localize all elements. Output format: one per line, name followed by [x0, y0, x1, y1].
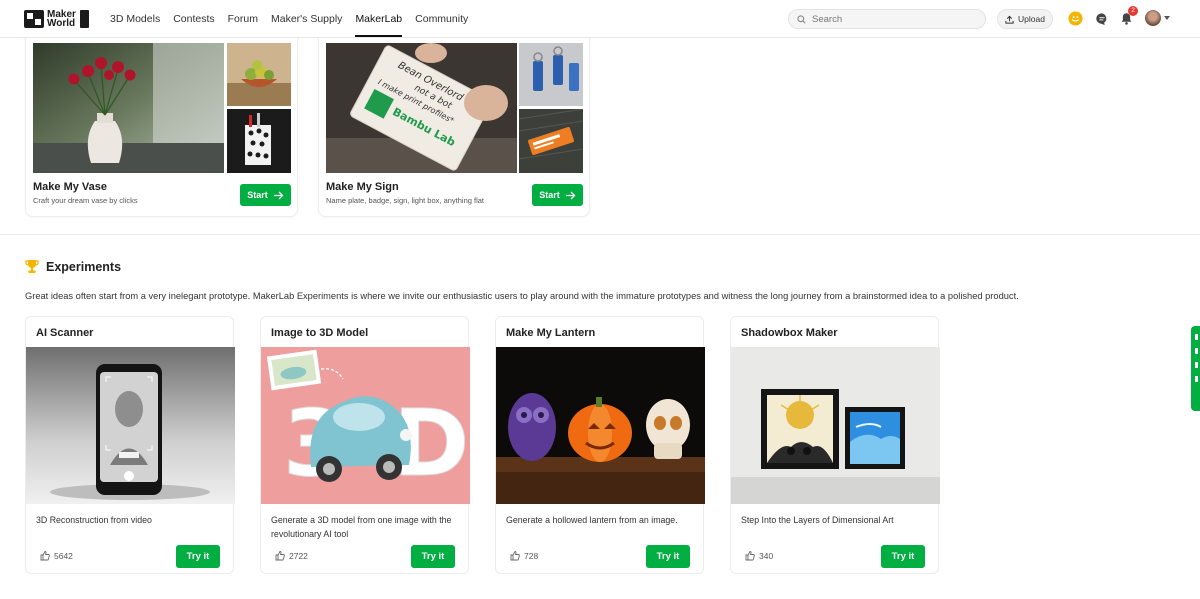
feedback-side-tab[interactable]: [1191, 326, 1200, 411]
card-description: Step Into the Layers of Dimensional Art: [741, 515, 894, 525]
arrow-right-icon: [565, 191, 576, 199]
user-menu[interactable]: [1145, 10, 1170, 26]
card-subtitle: Craft your dream vase by clicks: [33, 196, 138, 205]
card-title: AI Scanner: [36, 327, 94, 339]
arrow-right-icon: [273, 191, 284, 199]
card-title: Make My Vase: [33, 181, 107, 193]
nav-contests[interactable]: Contests: [173, 0, 214, 38]
top-navigation-bar: Maker World 3D Models Contests Forum Mak…: [0, 0, 1200, 38]
search-box[interactable]: [788, 9, 986, 29]
card-description: Generate a 3D model from one image with …: [271, 515, 452, 539]
search-icon: [797, 14, 806, 24]
makerworld-logo[interactable]: Maker World: [24, 9, 89, 29]
feedback-icon: [1195, 376, 1198, 382]
likes-value: 340: [759, 551, 774, 561]
image-to-3d-image: 3 D: [261, 347, 470, 504]
logo-icon: [24, 10, 44, 28]
nameplate-image: [519, 109, 583, 173]
card-subtitle: Name plate, badge, sign, light box, anyt…: [326, 196, 485, 205]
thumbs-up-icon: [745, 551, 755, 561]
try-it-button[interactable]: Try it: [881, 545, 925, 568]
main-nav: 3D Models Contests Forum Maker's Supply …: [110, 0, 468, 38]
thumbs-up-icon: [510, 551, 520, 561]
section-divider: [0, 234, 1200, 235]
like-count[interactable]: 2722: [275, 551, 308, 561]
keychain-image: [519, 43, 583, 106]
experiments-description: Great ideas often start from a very inel…: [25, 291, 1019, 301]
experiments-heading: Experiments: [25, 259, 121, 274]
card-title: Shadowbox Maker: [741, 327, 838, 339]
make-my-lantern-card[interactable]: Make My Lantern Generate a hollowed lant…: [495, 316, 705, 574]
try-it-button[interactable]: Try it: [646, 545, 690, 568]
logo-badge-icon: [80, 10, 89, 28]
ai-scanner-image: [26, 347, 235, 504]
like-count[interactable]: 340: [745, 551, 773, 561]
shadowbox-image: [731, 347, 940, 504]
vase-image: [33, 43, 224, 173]
feedback-icon: [1195, 348, 1198, 354]
nav-3d-models[interactable]: 3D Models: [110, 0, 160, 38]
points-icon[interactable]: [1068, 11, 1083, 26]
card-title: Make My Sign: [326, 181, 399, 193]
like-count[interactable]: 728: [510, 551, 538, 561]
thumbs-up-icon: [275, 551, 285, 561]
notifications-icon[interactable]: 2: [1119, 6, 1138, 26]
notification-count-badge: 2: [1128, 6, 1138, 16]
shadowbox-maker-card[interactable]: Shadowbox Maker Step Into the Layers of …: [730, 316, 940, 574]
logo-text: Maker World: [47, 9, 76, 29]
likes-value: 5642: [54, 551, 73, 561]
start-button[interactable]: Start: [532, 184, 583, 206]
feedback-icon: [1195, 334, 1198, 340]
messages-icon[interactable]: [1094, 11, 1109, 26]
card-title: Make My Lantern: [506, 327, 596, 339]
try-it-button[interactable]: Try it: [176, 545, 220, 568]
start-label: Start: [247, 190, 268, 200]
make-my-vase-card[interactable]: Make My Vase Craft your dream vase by cl…: [25, 28, 298, 217]
like-count[interactable]: 5642: [40, 551, 73, 561]
avatar: [1145, 10, 1161, 26]
start-label: Start: [539, 190, 560, 200]
likes-value: 2722: [289, 551, 308, 561]
nav-community[interactable]: Community: [415, 0, 468, 38]
fruit-bowl-image: [227, 43, 291, 106]
likes-value: 728: [524, 551, 539, 561]
card-description: 3D Reconstruction from video: [36, 515, 152, 525]
upload-label: Upload: [1018, 14, 1045, 24]
make-my-sign-card[interactable]: Bambu Lab Bean Overlord not a bot I make…: [318, 28, 590, 217]
try-it-button[interactable]: Try it: [411, 545, 455, 568]
image-to-3d-card[interactable]: Image to 3D Model 3 D Generate a 3D mode…: [260, 316, 470, 574]
start-button[interactable]: Start: [240, 184, 291, 206]
card-title: Image to 3D Model: [271, 327, 369, 339]
search-input[interactable]: [812, 13, 972, 25]
nav-makers-supply[interactable]: Maker's Supply: [271, 0, 342, 38]
nav-makerlab[interactable]: MakerLab: [355, 0, 402, 38]
feedback-icon: [1195, 362, 1198, 368]
sign-image: Bambu Lab Bean Overlord not a bot I make…: [326, 43, 517, 173]
nav-forum[interactable]: Forum: [228, 0, 258, 38]
card-description: Generate a hollowed lantern from an imag…: [506, 515, 678, 525]
lantern-image: [496, 347, 705, 504]
chevron-down-icon: [1164, 16, 1170, 20]
experiments-title: Experiments: [46, 259, 122, 274]
upload-icon: [1005, 15, 1014, 24]
ai-scanner-card[interactable]: AI Scanner 3D Reconstruction from video …: [25, 316, 235, 574]
upload-button[interactable]: Upload: [997, 9, 1053, 29]
trophy-icon: [25, 260, 39, 273]
pen-holder-image: [227, 109, 291, 173]
thumbs-up-icon: [40, 551, 50, 561]
